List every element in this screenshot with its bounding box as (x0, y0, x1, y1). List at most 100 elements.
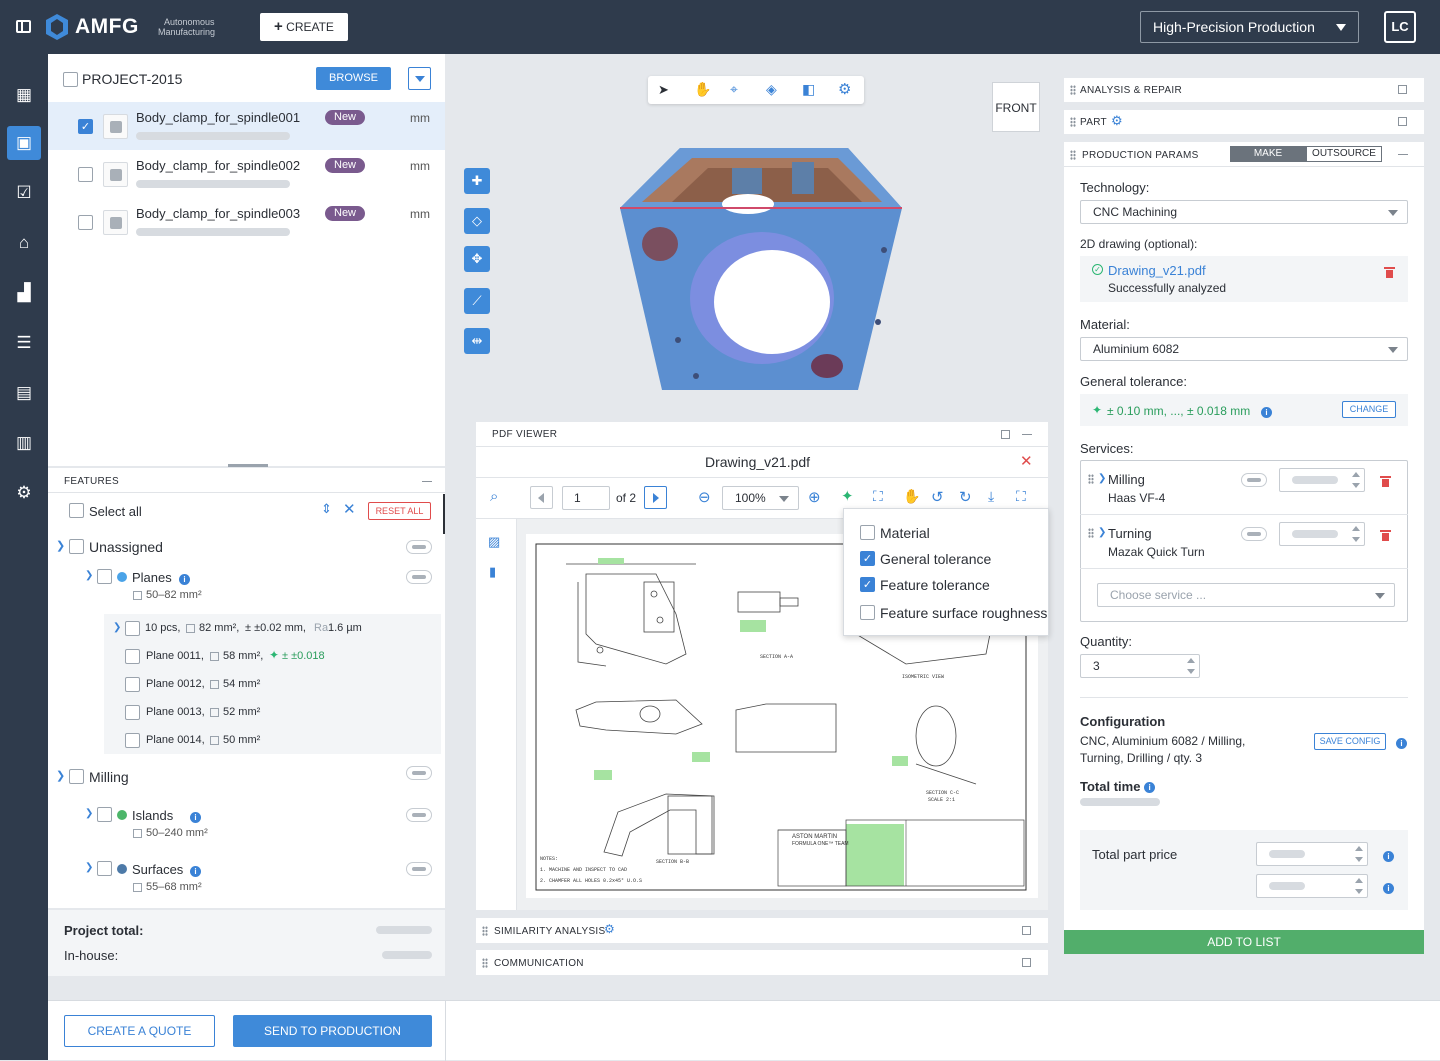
drag-handle-icon[interactable] (1070, 150, 1076, 160)
islands-toggle[interactable] (406, 808, 432, 822)
tasks-icon[interactable]: ☑ (13, 182, 35, 204)
surface-roughness-option[interactable]: Feature surface roughness (880, 605, 1047, 621)
spinner-icon[interactable] (1355, 846, 1363, 862)
planes-checkbox[interactable] (97, 569, 112, 584)
cube-view-icon[interactable]: ◇ (464, 208, 490, 234)
sparkle-icon[interactable]: ✦ (841, 487, 854, 505)
surfaces-checkbox[interactable] (97, 861, 112, 876)
part-checkbox-3[interactable] (78, 215, 93, 230)
surfaces-toggle[interactable] (406, 862, 432, 876)
reset-all-button[interactable]: RESET ALL (368, 502, 431, 520)
page-input[interactable]: 1 (562, 486, 610, 510)
chevron-right-icon[interactable]: ❯ (113, 622, 121, 633)
spinner-icon[interactable] (1352, 526, 1360, 542)
milling-checkbox[interactable] (69, 769, 84, 784)
chevron-down-icon[interactable]: ❯ (85, 862, 93, 873)
image-icon[interactable]: ▨ (488, 534, 500, 550)
total-price-field-2[interactable] (1256, 874, 1368, 898)
choose-service-select[interactable]: Choose service ... (1097, 583, 1395, 607)
user-avatar[interactable]: LC (1384, 11, 1416, 43)
bookmark-icon[interactable]: ▮ (489, 564, 496, 580)
info-icon[interactable]: i (1383, 848, 1394, 863)
expand-collapse-icon[interactable]: ⇕ (321, 501, 332, 517)
section-icon[interactable]: ◧ (802, 81, 815, 98)
next-page-button[interactable] (644, 486, 667, 509)
milling-toggle[interactable] (406, 766, 432, 780)
similarity-panel[interactable]: SIMILARITY ANALYSIS ⚙ (476, 918, 1048, 943)
gear-icon[interactable]: ⚙ (1111, 113, 1123, 129)
info-icon[interactable]: i (1144, 782, 1156, 793)
plane-checkbox[interactable] (125, 733, 140, 748)
drag-handle-icon[interactable] (1070, 117, 1076, 127)
plane-checkbox[interactable] (125, 705, 140, 720)
trash-icon[interactable] (1380, 475, 1391, 487)
general-tolerance-checkbox[interactable]: ✓ (860, 551, 875, 566)
drawing-file-link[interactable]: Drawing_v21.pdf (1108, 263, 1206, 278)
service-price-1[interactable] (1279, 468, 1365, 492)
building-icon[interactable]: ⌂ (13, 232, 35, 254)
collapse-icon[interactable] (422, 481, 432, 482)
make-tab[interactable]: MAKE (1230, 146, 1306, 162)
expand-icon[interactable] (1398, 85, 1407, 94)
comment-add-icon[interactable]: ✚ (464, 168, 490, 194)
chevron-right-icon[interactable]: ❯ (1098, 527, 1106, 538)
crop-icon[interactable]: ⛶ (873, 488, 883, 505)
project-checkbox[interactable] (63, 72, 78, 87)
quantity-stepper[interactable]: 3 (1080, 654, 1200, 678)
plane-checkbox[interactable] (125, 649, 140, 664)
material-checkbox[interactable] (860, 525, 875, 540)
trash-icon[interactable] (1384, 266, 1395, 278)
plane-checkbox[interactable] (125, 677, 140, 692)
gear-icon[interactable]: ⚙ (604, 922, 615, 936)
prev-page-button[interactable] (530, 486, 553, 509)
outsource-tab[interactable]: OUTSOURCE (1306, 146, 1382, 162)
material-option[interactable]: Material (880, 525, 930, 541)
drag-handle-icon[interactable] (1088, 474, 1094, 484)
feature-tolerance-checkbox[interactable]: ✓ (860, 577, 875, 592)
ruler-icon[interactable]: ⟋ (464, 288, 490, 314)
gear-icon[interactable]: ⚙ (838, 80, 851, 98)
fit-view-icon[interactable]: ⌖ (730, 81, 738, 98)
expand-icon[interactable] (1398, 117, 1407, 126)
cube-icon[interactable]: ◈ (766, 81, 777, 98)
hand-icon[interactable]: ✋ (694, 81, 711, 98)
rotate-right-icon[interactable]: ↻ (959, 488, 972, 506)
save-config-button[interactable]: SAVE CONFIG (1314, 733, 1386, 750)
browse-button[interactable]: BROWSE (316, 67, 391, 90)
drag-handle-icon[interactable] (482, 926, 488, 936)
3d-part-model[interactable] (612, 140, 908, 398)
expand-icon[interactable] (1022, 926, 1031, 935)
part-panel[interactable]: PART ⚙ (1064, 110, 1424, 134)
dashboard-icon[interactable]: ▦ (13, 84, 35, 106)
create-quote-button[interactable]: CREATE A QUOTE (64, 1015, 215, 1047)
cursor-icon[interactable]: ➤ (658, 82, 669, 98)
islands-checkbox[interactable] (97, 807, 112, 822)
drag-handle-icon[interactable] (1088, 528, 1094, 538)
zoom-in-icon[interactable]: ⊕ (808, 488, 821, 506)
factory-icon[interactable]: ▟ (13, 282, 35, 304)
fullscreen-icon[interactable]: ⛶ (1016, 488, 1026, 505)
download-icon[interactable]: ⤓ (988, 488, 994, 505)
new-order-icon[interactable]: ▣ (13, 132, 35, 154)
unassigned-checkbox[interactable] (69, 539, 84, 554)
info-icon[interactable]: i (1396, 735, 1407, 750)
spinner-icon[interactable] (1355, 878, 1363, 894)
chevron-right-icon[interactable]: ❯ (85, 808, 93, 819)
part-checkbox-1[interactable]: ✓ (78, 119, 93, 134)
drag-handle-icon[interactable] (1070, 85, 1076, 95)
info-icon[interactable]: i (1261, 404, 1272, 419)
hand-icon[interactable]: ✋ (903, 488, 920, 505)
service-toggle-1[interactable] (1241, 473, 1267, 487)
group-checkbox[interactable] (125, 621, 140, 636)
service-toggle-2[interactable] (1241, 527, 1267, 541)
chevron-right-icon[interactable]: ❯ (1098, 473, 1106, 484)
general-tolerance-option[interactable]: General tolerance (880, 551, 991, 567)
orientation-cube[interactable]: FRONT (992, 82, 1040, 132)
info-icon[interactable]: i (190, 863, 201, 878)
clear-x-icon[interactable]: ✕ (343, 500, 356, 518)
spinner-icon[interactable] (1352, 472, 1360, 488)
part-checkbox-2[interactable] (78, 167, 93, 182)
add-to-list-button[interactable]: ADD TO LIST (1064, 930, 1424, 954)
zoom-select[interactable]: 100% (722, 486, 799, 510)
feature-tolerance-option[interactable]: Feature tolerance (880, 577, 990, 593)
